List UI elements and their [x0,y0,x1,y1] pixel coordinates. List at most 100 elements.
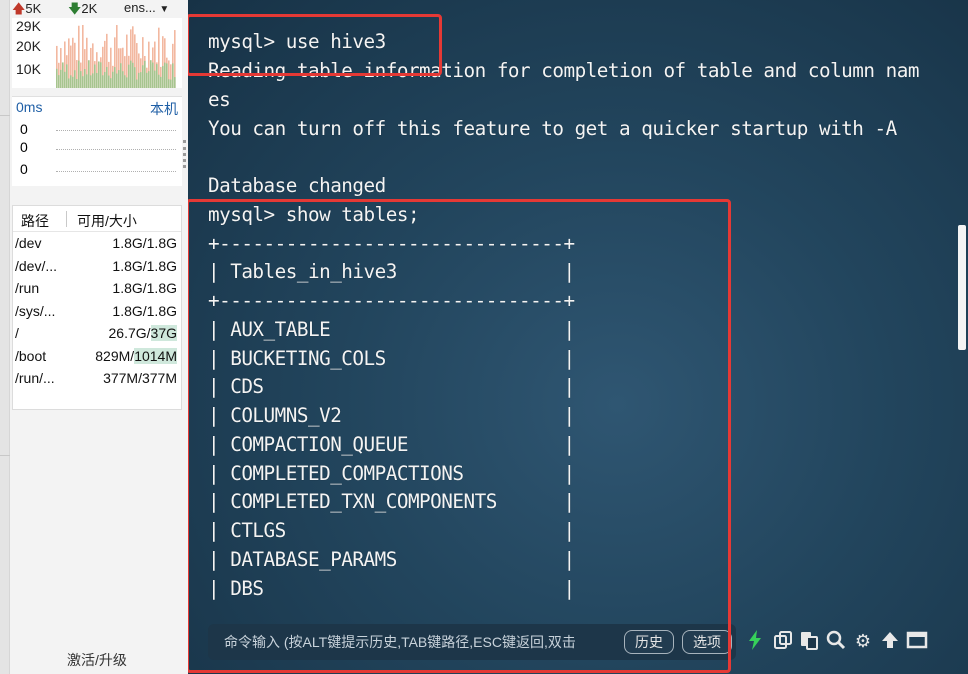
disk-size: 377M/377M [103,370,177,386]
disk-path: /boot [15,347,47,364]
y-tick-label: 20K [16,38,41,54]
disk-table: 路径 可用/大小 /dev 1.8G/1.8G /dev/... 1.8G/1.… [12,205,182,410]
disk-path: / [15,325,19,341]
column-header-path[interactable]: 路径 [21,211,49,231]
download-bar [132,62,134,88]
column-header-size[interactable]: 可用/大小 [77,211,137,231]
download-bar [94,64,96,88]
highlight-box-use-command [188,14,442,76]
download-bar [80,71,82,88]
download-bar [60,69,62,88]
gear-icon[interactable]: ⚙ [852,630,874,652]
download-bar [98,61,100,88]
download-bar [138,72,140,88]
disk-size: 1.8G/1.8G [112,302,177,319]
interface-select[interactable]: ens... ▼ [124,0,169,15]
download-bar [96,72,98,88]
download-bar [158,74,160,88]
download-bar [70,75,72,88]
download-bar [174,77,176,88]
search-icon[interactable] [825,630,847,652]
download-bar [146,72,148,88]
latency-host[interactable]: 本机 [150,99,178,119]
latency-line [56,149,176,150]
table-row[interactable]: /run 1.8G/1.8G [13,277,181,300]
dropdown-arrow-icon: ▼ [159,4,170,15]
download-bar [102,75,104,88]
download-bar [66,64,68,88]
download-bar [58,75,60,88]
terminal-line: es [208,88,231,111]
highlight-box-show-tables [188,199,731,673]
download-bar [114,67,116,88]
download-bar [116,73,118,88]
y-tick-label: 10K [16,61,41,77]
disk-path: /run [15,280,40,296]
download-bar [128,64,130,88]
download-bar [76,78,78,88]
upgrade-link[interactable]: 激活/升级 [12,650,182,670]
latency-value: 0ms [16,99,43,115]
download-bar [120,63,122,88]
latency-row-value: 0 [20,121,28,137]
download-bar [156,64,158,88]
terminal[interactable]: mysql> use hive3 Reading table informatio… [188,0,968,674]
latency-panel: 0ms 本机 0 0 0 [12,96,182,186]
maximize-icon[interactable] [906,630,928,652]
download-bar [118,70,120,88]
download-bar [160,76,162,88]
disk-size: 1.8G/1.8G [112,235,177,251]
download-bar [164,62,166,88]
lightning-icon[interactable] [744,630,766,652]
download-bar [110,78,112,88]
download-bar [64,71,66,88]
table-row[interactable]: / 26.7G/37G [13,322,181,345]
latency-line [56,171,176,172]
download-bar [84,68,86,88]
table-row[interactable]: /dev/... 1.8G/1.8G [13,255,181,278]
download-bar [150,60,152,88]
download-bar [152,62,154,88]
table-row[interactable]: /run/... 377M/377M [13,367,181,390]
latency-line [56,130,176,131]
download-bar [166,63,168,88]
download-bar [108,75,110,88]
download-bar [134,67,136,88]
download-bar [106,66,108,88]
sidebar: 🡅5K 🡇2K ens... ▼ 29K 20K 10K 0ms 本机 0 0 … [0,0,188,674]
table-row[interactable]: /sys/... 1.8G/1.8G [13,300,181,323]
download-bar [154,70,156,88]
resize-handle[interactable] [183,140,187,168]
download-bar [126,77,128,88]
download-bar [82,76,84,88]
latency-row-value: 0 [20,139,28,155]
download-bar [74,70,76,88]
table-row[interactable]: /dev 1.8G/1.8G [13,232,181,255]
network-header: 🡅5K 🡇2K ens... ▼ [12,0,186,16]
download-arrow-icon: 🡇 [68,1,82,16]
y-tick-label: 29K [16,18,41,34]
download-bar [72,76,74,88]
download-bar [68,78,70,88]
latency-row-value: 0 [20,161,28,177]
download-bar [56,68,58,88]
download-bar [136,79,138,88]
disk-path: /sys/... [15,302,56,319]
disk-size: 1.8G/1.8G [112,257,177,274]
download-bar [62,62,64,88]
download-bar [100,62,102,88]
download-bar [104,71,106,88]
download-bar [172,63,174,88]
copy-icon[interactable] [772,630,794,652]
download-bar [140,72,142,88]
download-bar [78,60,80,88]
disk-path: /run/... [15,370,55,386]
disk-size: 829M/1014M [95,347,177,364]
table-row[interactable]: /boot 829M/1014M [13,345,181,368]
download-bar [144,60,146,88]
paste-icon[interactable] [798,630,820,652]
download-bar [90,75,92,88]
terminal-line: Database changed [208,174,386,197]
up-arrow-icon[interactable] [879,630,901,652]
scrollbar[interactable] [958,225,966,350]
